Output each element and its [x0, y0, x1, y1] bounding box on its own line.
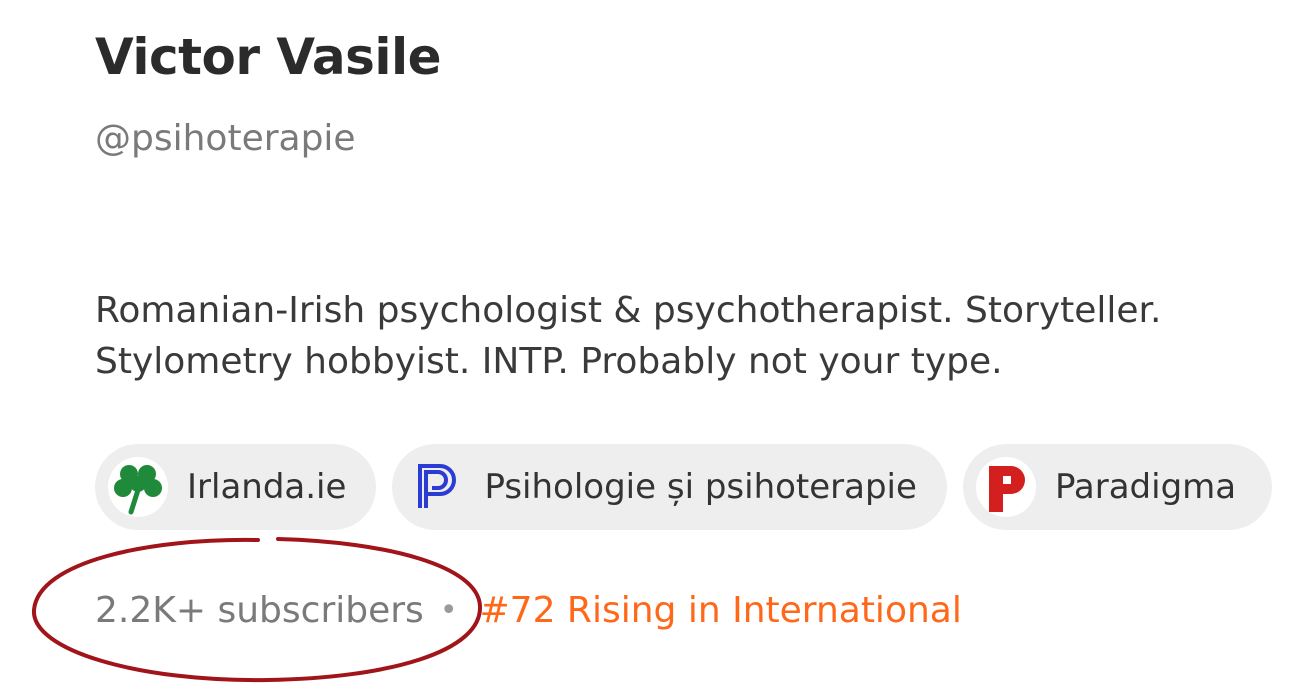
- profile-page: Victor Vasile @psihoterapie Romanian-Iri…: [0, 0, 1302, 692]
- publication-chip-paradigma[interactable]: Paradigma: [962, 444, 1273, 530]
- publication-chip-irlanda[interactable]: Irlanda.ie: [95, 444, 377, 530]
- publication-list: Irlanda.ie Psihologie și psihoterapie Pa…: [95, 444, 1273, 530]
- publication-label: Paradigma: [1054, 467, 1237, 507]
- shamrock-icon: [107, 456, 169, 518]
- subscriber-count[interactable]: 2.2K+ subscribers: [95, 590, 424, 631]
- bio-line: Stylometry hobbyist. INTP. Probably not …: [95, 341, 1003, 382]
- p-logo-icon: [404, 456, 466, 518]
- ranking-link[interactable]: #72 Rising in International: [480, 590, 962, 631]
- profile-stats: 2.2K+ subscribers • #72 Rising in Intern…: [95, 590, 962, 631]
- publication-label: Psihologie și psihoterapie: [484, 467, 917, 507]
- profile-handle[interactable]: @psihoterapie: [95, 118, 356, 159]
- profile-bio: Romanian-Irish psychologist & psychother…: [95, 285, 1161, 387]
- bio-line: Romanian-Irish psychologist & psychother…: [95, 290, 1162, 331]
- publication-chip-psihologie[interactable]: Psihologie și psihoterapie: [392, 444, 947, 530]
- separator-dot: •: [439, 593, 458, 628]
- publication-label: Irlanda.ie: [187, 467, 347, 507]
- profile-name: Victor Vasile: [95, 28, 442, 86]
- red-p-icon: [975, 456, 1037, 518]
